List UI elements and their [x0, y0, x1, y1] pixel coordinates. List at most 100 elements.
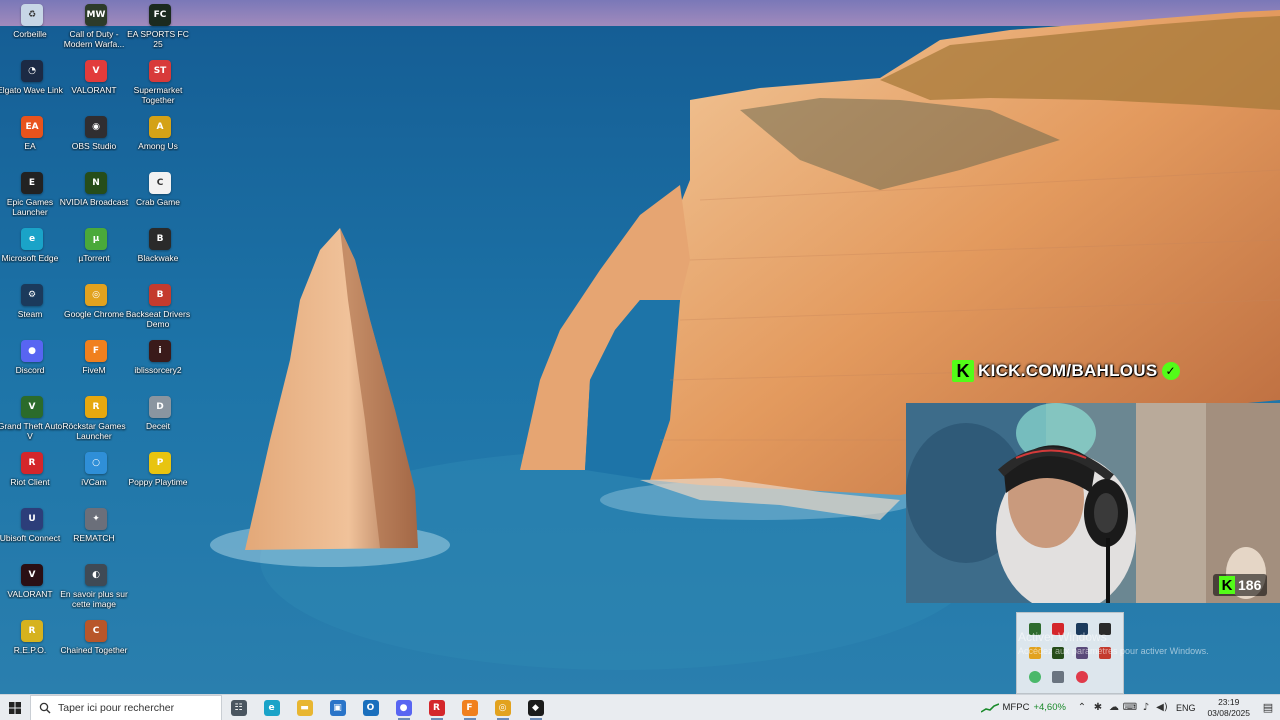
- desktop-shortcut[interactable]: C Crab Game: [128, 172, 192, 207]
- desktop-shortcut[interactable]: e Microsoft Edge: [0, 228, 64, 263]
- activate-windows-watermark: Activer Windows Accédez aux paramètres p…: [1018, 630, 1278, 656]
- desktop-shortcut[interactable]: B Blackwake: [128, 228, 192, 263]
- taskbar-app-button[interactable]: R: [420, 695, 453, 720]
- taskbar-app-button[interactable]: e: [255, 695, 288, 720]
- desktop-shortcut[interactable]: EA EA: [0, 116, 64, 151]
- deceit-icon: D: [149, 396, 171, 418]
- edge-icon: e: [21, 228, 43, 250]
- desktop-shortcut[interactable]: ● Discord: [0, 340, 64, 375]
- viewer-count: 186: [1238, 577, 1262, 593]
- taskbar-app-button[interactable]: ◆: [519, 695, 552, 720]
- taskbar-search[interactable]: [30, 694, 222, 720]
- search-input[interactable]: [58, 701, 218, 714]
- chevron-up-icon[interactable]: ⌃: [1074, 702, 1090, 713]
- task-view-icon: ☷: [230, 699, 247, 716]
- desktop-shortcut-label: Call of Duty - Modern Warfa...: [63, 29, 125, 49]
- bluetooth-icon[interactable]: ✱: [1090, 702, 1106, 713]
- obs-icon: ◉: [85, 116, 107, 138]
- microphone-icon[interactable]: ♪: [1138, 702, 1154, 713]
- desktop-shortcut[interactable]: ◐ En savoir plus sur cette image: [60, 564, 128, 609]
- desktop-shortcut[interactable]: V Grand Theft Auto V: [0, 396, 64, 441]
- ubisoft-icon: U: [21, 508, 43, 530]
- taskbar-app-button[interactable]: ▬: [288, 695, 321, 720]
- desktop-shortcut-label: Epic Games Launcher: [6, 197, 54, 217]
- desktop-shortcut[interactable]: ◎ Google Chrome: [64, 284, 128, 319]
- notification-center-icon[interactable]: ▤: [1256, 701, 1280, 714]
- outlook-icon: O: [362, 699, 379, 716]
- taskbar-pinned-apps: ☷ e ▬ ▣ O ● R F ◎ ◆: [222, 695, 552, 720]
- desktop-shortcut[interactable]: µ µTorrent: [64, 228, 128, 263]
- desktop-shortcut[interactable]: ◔ Elgato Wave Link: [0, 60, 64, 95]
- desktop-shortcut-label: Deceit: [145, 421, 171, 431]
- chrome-icon: ◎: [85, 284, 107, 306]
- status-tray-icon[interactable]: [1028, 671, 1041, 683]
- stock-change: +4,60%: [1033, 702, 1066, 713]
- record-tray-icon[interactable]: [1075, 671, 1088, 683]
- desktop-shortcut[interactable]: B Backseat Drivers Demo: [126, 284, 192, 329]
- desktop-shortcut[interactable]: D Deceit: [128, 396, 192, 431]
- valorant-icon: V: [21, 564, 43, 586]
- clock[interactable]: 23:19 03/08/2025: [1207, 697, 1250, 719]
- desktop-shortcut-label: NVIDIA Broadcast: [59, 197, 129, 207]
- desktop-shortcut-label: Among Us: [138, 141, 178, 151]
- desktop-shortcut[interactable]: V VALORANT: [64, 60, 128, 95]
- desktop-shortcut[interactable]: R R.E.P.O.: [0, 620, 64, 655]
- supermarket-icon: ST: [149, 60, 171, 82]
- kick-logo-icon: K: [952, 360, 974, 382]
- desktop-shortcut-label: OBS Studio: [71, 141, 117, 151]
- desktop-shortcut[interactable]: V VALORANT: [0, 564, 64, 599]
- among-us-icon: A: [149, 116, 171, 138]
- chrome-taskbar-icon: ◎: [494, 699, 511, 716]
- iblissorcery-icon: i: [149, 340, 171, 362]
- start-button[interactable]: [0, 695, 30, 720]
- edge-taskbar-icon: e: [263, 699, 280, 716]
- gta-icon: V: [21, 396, 43, 418]
- desktop-shortcut[interactable]: MW Call of Duty - Modern Warfa...: [64, 4, 128, 49]
- desktop-shortcut[interactable]: U Ubisoft Connect: [0, 508, 64, 543]
- taskbar-app-button[interactable]: F: [453, 695, 486, 720]
- desktop-shortcut[interactable]: E Epic Games Launcher: [0, 172, 64, 217]
- epic-games-icon: E: [21, 172, 43, 194]
- stock-chart-icon: [980, 702, 999, 713]
- desktop-shortcut[interactable]: C Chained Together: [61, 620, 128, 655]
- desktop-shortcut[interactable]: ⚙ Steam: [0, 284, 64, 319]
- desktop-shortcut[interactable]: P Poppy Playtime: [128, 452, 192, 487]
- stock-name: MFPC: [1002, 702, 1030, 713]
- ea-sports-fc-icon: FC: [149, 4, 171, 26]
- desktop-shortcut[interactable]: R Riot Client: [0, 452, 64, 487]
- desktop-shortcut[interactable]: ✦ REMATCH: [64, 508, 128, 543]
- taskbar-app-button[interactable]: O: [354, 695, 387, 720]
- discord-taskbar-icon: ●: [395, 699, 412, 716]
- taskbar-app-button[interactable]: ▣: [321, 695, 354, 720]
- language-indicator[interactable]: ENG: [1176, 703, 1196, 713]
- desktop-shortcut[interactable]: ST Supermarket Together: [128, 60, 192, 105]
- desktop-shortcut[interactable]: FC EA SPORTS FC 25: [127, 4, 192, 49]
- taskbar-app-button[interactable]: ☷: [222, 695, 255, 720]
- taskbar-app-button[interactable]: ◎: [486, 695, 519, 720]
- desktop-shortcut[interactable]: ◉ OBS Studio: [64, 116, 128, 151]
- network-icon[interactable]: ⌨: [1122, 702, 1138, 713]
- desktop-shortcut-label: iblissorcery2: [134, 365, 182, 375]
- arrow-tray-icon[interactable]: [1052, 671, 1065, 683]
- stock-widget[interactable]: MFPC +4,60%: [980, 702, 1066, 713]
- desktop-shortcut[interactable]: A Among Us: [128, 116, 192, 151]
- speaker-icon[interactable]: ◀): [1154, 702, 1170, 713]
- desktop-shortcut-label: VALORANT: [71, 85, 117, 95]
- desktop-shortcut[interactable]: ♻ Corbeille: [0, 4, 64, 39]
- desktop-shortcut-label: Chained Together: [60, 645, 128, 655]
- desktop-shortcut[interactable]: N NVIDIA Broadcast: [60, 172, 128, 207]
- file-explorer-icon: ▬: [296, 699, 313, 716]
- desktop-shortcut-label: Grand Theft Auto V: [0, 421, 63, 441]
- store-icon: ▣: [329, 699, 346, 716]
- desktop-shortcut[interactable]: F FiveM: [64, 340, 128, 375]
- verified-check-icon: ✓: [1161, 362, 1180, 380]
- desktop-shortcut-label: Riot Client: [10, 477, 50, 487]
- desktop-shortcut[interactable]: R Röckstar Games Launcher: [62, 396, 128, 441]
- utorrent-icon: µ: [85, 228, 107, 250]
- desktop-shortcut[interactable]: i iblissorcery2: [128, 340, 192, 375]
- windows-logo-icon: [9, 701, 21, 714]
- onedrive-icon[interactable]: ☁: [1106, 702, 1122, 713]
- desktop-shortcut[interactable]: ○ iVCam: [64, 452, 128, 487]
- taskbar-app-button[interactable]: ●: [387, 695, 420, 720]
- search-icon: [39, 702, 51, 713]
